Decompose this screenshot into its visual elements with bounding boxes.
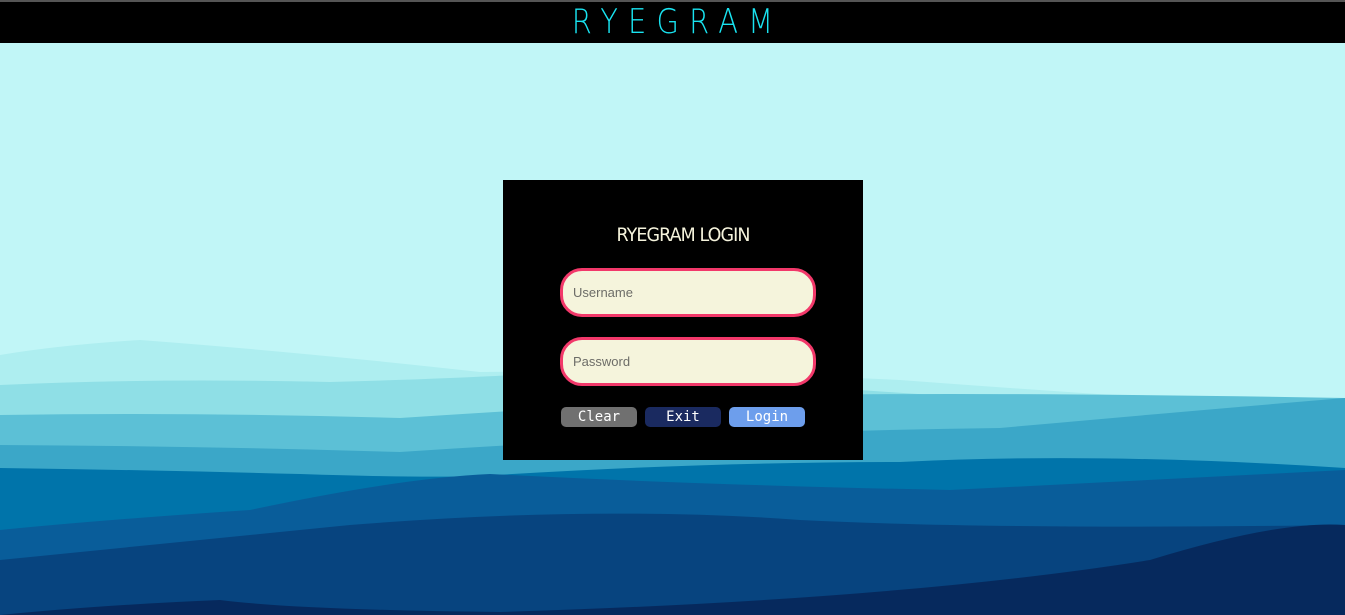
header-bar: RYEGRAM <box>0 2 1345 43</box>
login-title: RYEGRAM LOGIN <box>616 224 750 246</box>
login-card: RYEGRAM LOGIN Clear Exit Login <box>503 180 863 460</box>
clear-button[interactable]: Clear <box>561 407 637 427</box>
brand-logo: RYEGRAM <box>571 2 784 42</box>
login-button[interactable]: Login <box>729 407 805 427</box>
password-input[interactable] <box>560 337 816 386</box>
exit-button[interactable]: Exit <box>645 407 721 427</box>
username-input[interactable] <box>560 268 816 317</box>
